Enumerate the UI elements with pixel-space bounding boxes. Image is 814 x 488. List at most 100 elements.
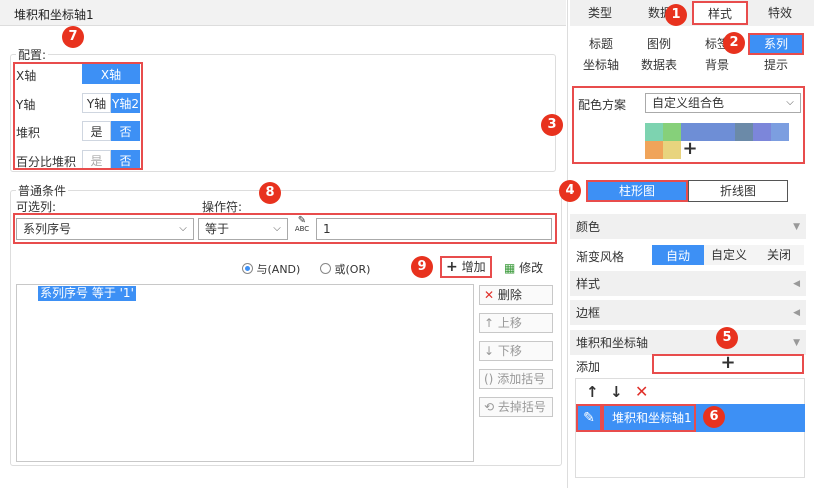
arrow-up-icon: ↑ [484,316,495,330]
condition-legend: 普通条件 [16,182,69,199]
collapse-icon: ▼ [793,338,800,348]
expand-icon: ◀ [793,279,800,289]
row-label-x: X轴 [16,69,37,83]
color-scheme-label: 配色方案 [578,98,627,112]
badge-5: 5 [716,327,738,349]
add-label: 添加 [576,360,601,374]
row-label-stack: 堆积 [16,126,41,140]
badge-6: 6 [703,406,725,428]
row-label-y: Y轴 [16,98,36,112]
add-stack-button[interactable]: + [652,354,804,374]
edit-grid-icon: ▦ [504,261,516,275]
color-swatch[interactable] [735,123,753,141]
gradient-auto[interactable]: 自动 [652,245,704,265]
move-up-button[interactable]: ↑ 上移 [479,313,553,333]
list-item[interactable]: 系列序号 等于 '1' [38,286,136,301]
badge-7: 7 [62,26,84,48]
value-input-text: 1 [323,222,331,236]
y-axis-option[interactable]: Y轴 [82,93,111,113]
subtab-background[interactable]: 背景 [688,55,746,75]
stack-yes-option[interactable]: 是 [82,121,111,141]
badge-4: 4 [559,180,581,202]
move-down-icon[interactable]: ↓ [610,383,623,401]
bracket-icon: () [484,372,494,386]
radio-checked-icon [242,263,253,274]
tab-type[interactable]: 类型 [572,0,628,26]
badge-1: 1 [665,4,687,26]
subtab-tooltip[interactable]: 提示 [748,55,804,75]
section-style[interactable]: 样式 ◀ [570,271,806,297]
config-legend: 配置: [16,46,49,63]
chart-type-bar[interactable]: 柱形图 [586,180,688,202]
add-bracket-button[interactable]: () 添加括号 [479,369,553,389]
subtab-title[interactable]: 标题 [572,34,630,54]
color-swatch[interactable] [645,141,663,159]
stack-item-name: 堆积和坐标轴1 [602,404,696,432]
condition-list[interactable] [16,284,474,462]
add-color-icon[interactable]: + [681,140,699,159]
tab-effects[interactable]: 特效 [752,0,808,26]
remove-bracket-button[interactable]: ⟲ 去掉括号 [479,397,553,417]
plus-icon: + [720,352,736,373]
color-swatch[interactable] [663,123,681,141]
swatch-palette[interactable]: + [645,123,793,159]
arrow-down-icon: ↓ [484,344,495,358]
subtab-legend[interactable]: 图例 [630,34,688,54]
percent-no-option[interactable]: 否 [111,150,140,170]
gradient-label: 渐变风格 [576,250,625,264]
plus-icon: + [446,259,458,275]
column-select[interactable]: 系列序号 ⌵ [16,218,194,240]
color-swatch[interactable] [753,123,771,141]
color-scheme-select[interactable]: 自定义组合色 ⌵ [645,93,801,113]
edit-pencil-icon[interactable]: ✎ [576,404,602,432]
section-color[interactable]: 颜色 ▼ [570,214,806,240]
percent-yes-option[interactable]: 是 [82,150,111,170]
color-scheme-value: 自定义组合色 [652,96,725,110]
badge-3: 3 [541,114,563,136]
badge-2: 2 [723,32,745,54]
subtab-datatable[interactable]: 数据表 [630,55,688,75]
bracket-remove-icon: ⟲ [484,400,495,414]
modify-condition-button[interactable]: ▦ 修改 [504,258,554,278]
subtab-axis[interactable]: 坐标轴 [572,55,630,75]
move-down-button[interactable]: ↓ 下移 [479,341,553,361]
section-border[interactable]: 边框 ◀ [570,300,806,326]
delete-button[interactable]: ✕ 删除 [479,285,553,305]
radio-and[interactable]: 与(AND) [242,261,300,277]
expand-icon: ◀ [793,308,800,318]
chevron-down-icon: ⌵ [179,223,187,234]
color-swatch[interactable] [717,123,735,141]
subtab-series[interactable]: 系列 [748,33,804,55]
section-stack-axis[interactable]: 堆积和坐标轴 ▼ [570,330,806,356]
y-axis2-option[interactable]: Y轴2 [111,93,140,113]
chevron-down-icon: ⌵ [786,97,794,108]
gradient-off[interactable]: 关闭 [754,245,804,265]
operator-label: 操作符: [202,200,243,214]
row-label-percent: 百分比堆积 [16,155,77,169]
collapse-icon: ▼ [793,222,800,232]
radio-or[interactable]: 或(OR) [320,261,370,277]
column-label: 可选列: [16,200,57,214]
chevron-down-icon: ⌵ [273,223,281,234]
move-up-icon[interactable]: ↑ [586,383,599,401]
add-condition-button[interactable]: + 增加 [440,256,492,278]
badge-8: 8 [259,182,281,204]
badge-9: 9 [411,256,433,278]
x-axis-option[interactable]: X轴 [82,64,140,84]
formula-icon[interactable]: ✎ ABC [292,216,312,240]
gradient-custom[interactable]: 自定义 [704,245,754,265]
value-input[interactable]: 1 [316,218,552,240]
dialog-title: 堆积和坐标轴1 [14,8,94,22]
color-swatch[interactable] [663,141,681,159]
operator-select[interactable]: 等于 ⌵ [198,218,288,240]
delete-icon[interactable]: ✕ [635,382,648,401]
stack-no-option[interactable]: 否 [111,121,140,141]
tab-style[interactable]: 样式 [692,1,748,25]
color-swatch[interactable] [771,123,789,141]
operator-select-value: 等于 [205,222,230,236]
radio-unchecked-icon [320,263,331,274]
column-select-value: 系列序号 [23,222,72,236]
color-swatch[interactable] [645,123,663,141]
chart-type-line[interactable]: 折线图 [688,180,788,202]
close-icon: ✕ [484,288,495,302]
